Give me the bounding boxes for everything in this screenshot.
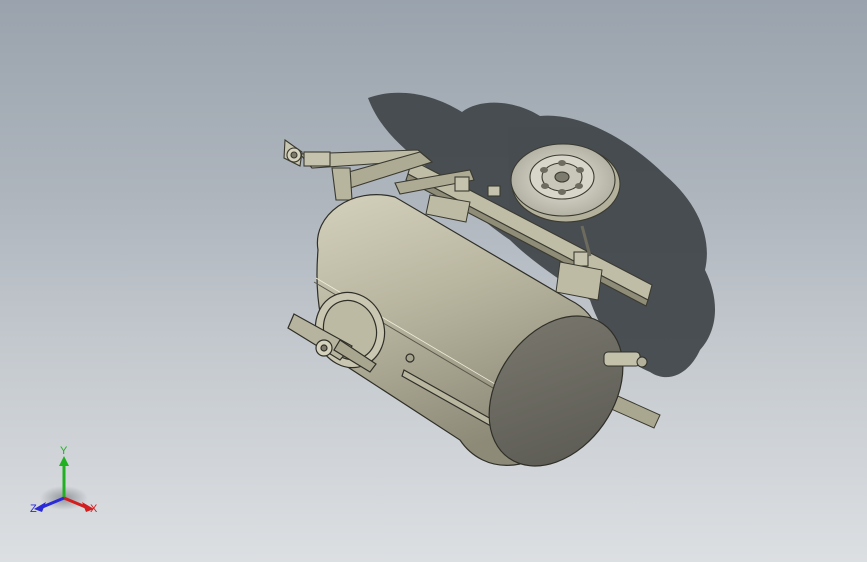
x-axis-label: X — [90, 503, 98, 515]
y-axis-label: Y — [60, 445, 68, 457]
axis-triad: Y X Z — [24, 446, 104, 526]
z-axis-label: Z — [30, 503, 37, 515]
trailer-tank-model[interactable] — [0, 0, 867, 562]
cad-viewport[interactable]: Y X Z — [0, 0, 867, 562]
y-axis-arrow — [59, 456, 69, 466]
